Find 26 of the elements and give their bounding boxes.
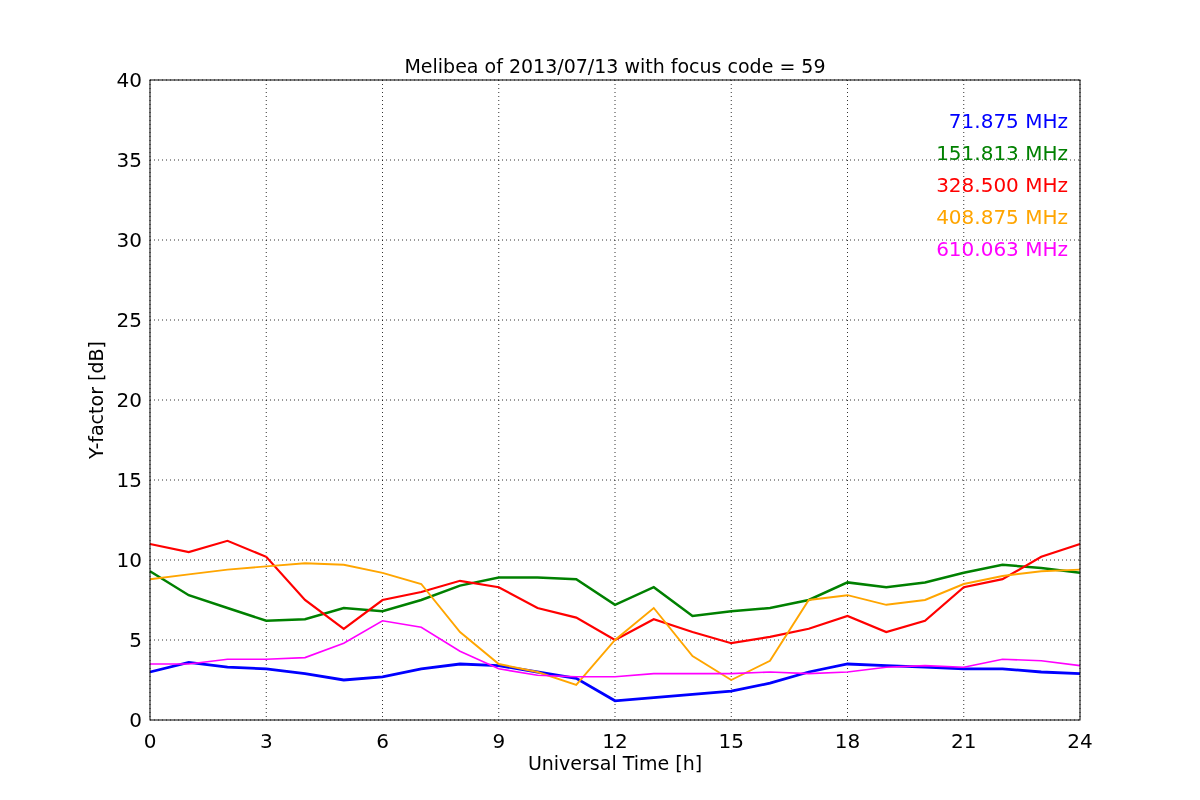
- legend-entry: 151.813 MHz: [936, 141, 1068, 165]
- y-tick-label: 30: [116, 228, 142, 252]
- legend-entry: 328.500 MHz: [936, 173, 1068, 197]
- y-tick-label: 5: [129, 628, 142, 652]
- y-tick-label: 40: [116, 68, 142, 92]
- x-tick-label: 3: [259, 729, 273, 753]
- y-axis-label: Y-factor [dB]: [85, 341, 107, 459]
- x-tick-label: 18: [834, 729, 861, 753]
- x-tick-label: 12: [602, 729, 628, 753]
- legend-entry: 71.875 MHz: [948, 109, 1068, 133]
- y-tick-label: 35: [116, 148, 142, 172]
- x-tick-label: 21: [951, 729, 977, 753]
- x-axis-label: Universal Time [h]: [527, 752, 703, 774]
- chart-title: Melibea of 2013/07/13 with focus code = 59: [404, 55, 826, 77]
- legend-entry: 610.063 MHz: [936, 237, 1068, 261]
- x-tick-label: 6: [376, 729, 389, 753]
- x-tick-label: 15: [718, 729, 744, 753]
- x-tick-label: 24: [1067, 729, 1093, 753]
- y-tick-label: 15: [116, 468, 142, 492]
- x-tick-label: 9: [492, 729, 506, 753]
- y-tick-label: 20: [116, 388, 142, 412]
- x-tick-label: 0: [143, 729, 157, 753]
- y-tick-label: 10: [116, 548, 142, 572]
- y-tick-label: 25: [116, 308, 142, 332]
- legend-entry: 408.875 MHz: [936, 205, 1068, 229]
- y-tick-label: 0: [129, 708, 142, 732]
